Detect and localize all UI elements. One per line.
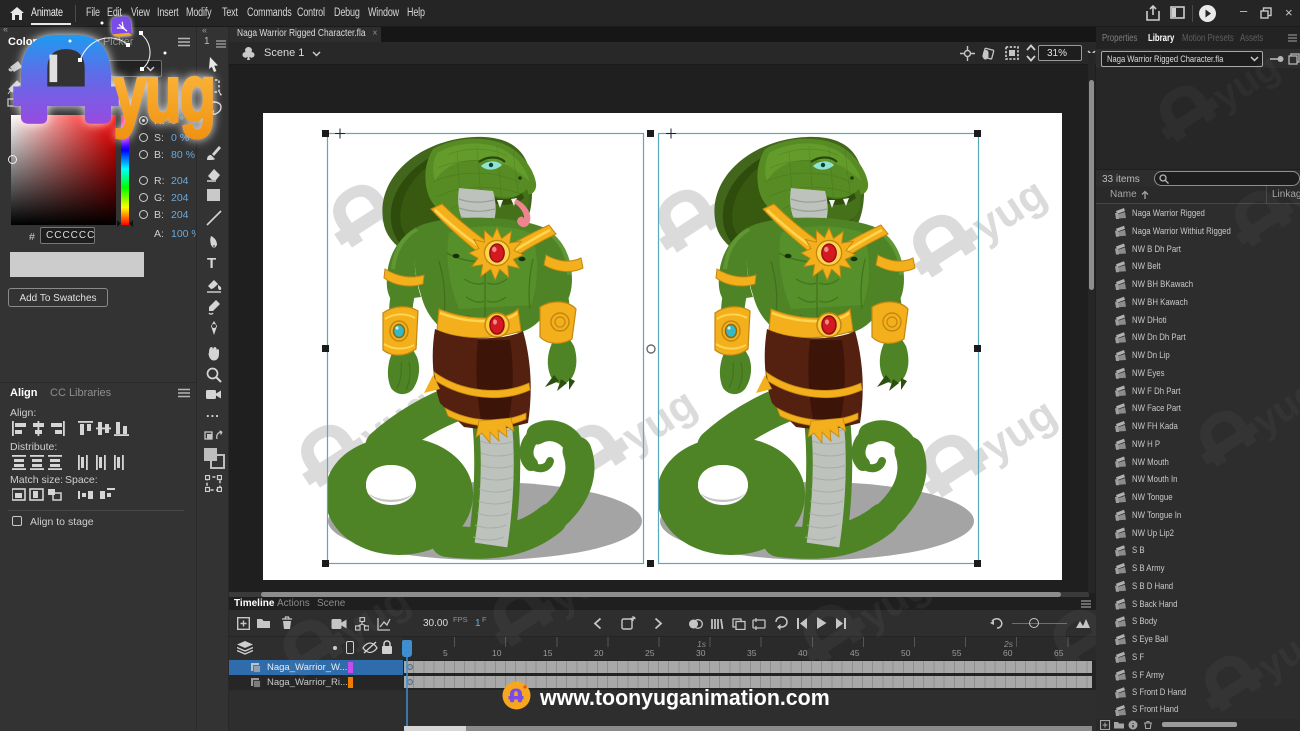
svg-text:yug: yug (114, 49, 215, 139)
